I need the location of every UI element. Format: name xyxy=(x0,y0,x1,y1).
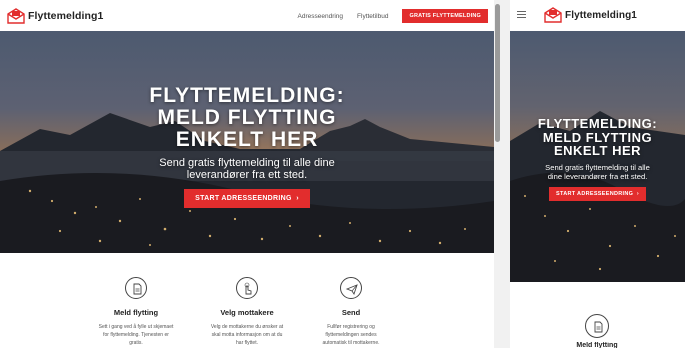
feature-text-line: for flyttemelding. Tjenesten er xyxy=(103,332,169,338)
site-logo-text: Flyttemelding1 xyxy=(28,10,104,22)
hero-subtitle-line: Send gratis flyttemelding til alle xyxy=(545,162,650,172)
feature-text-line: gratis. xyxy=(129,340,143,346)
hero-subtitle-line: leverandører fra ett sted. xyxy=(186,169,308,182)
mobile-site-logo[interactable]: Flyttemelding1 xyxy=(543,7,637,23)
mobile-document-icon xyxy=(585,314,609,338)
button-label: START ADRESSEENDRING xyxy=(195,195,292,203)
hero-content: FLYTTEMELDING: MELD FLYTTING ENKELT HER … xyxy=(0,84,494,209)
hero-title-line: ENKELT HER xyxy=(553,143,642,159)
nav-link-flyttetilbud[interactable]: Flyttetilbud xyxy=(357,13,388,20)
desktop-scrollbar[interactable] xyxy=(494,0,501,348)
envelope-logo-icon xyxy=(6,8,26,24)
features-section: Meld flytting Sett i gang ved å fylle ut… xyxy=(0,253,494,348)
feature-text-line: flyttemeldingen sendes xyxy=(325,332,377,338)
nav-cta-button[interactable]: GRATIS FLYTTEMELDING xyxy=(402,9,488,23)
mobile-hero-content: FLYTTEMELDING: MELD FLYTTING ENKELT HER … xyxy=(510,117,685,202)
feature-text-line: Velg de mottakerne du ønsker at xyxy=(210,324,284,330)
hero-title-line: FLYTTEMELDING: xyxy=(149,84,345,107)
mobile-hero-subtitle: Send gratis flyttemelding til alle dine … xyxy=(510,163,685,181)
feature-text-line: automatisk til mottakerne. xyxy=(322,340,380,346)
feature-text-line: Sett i gang ved å fylle ut skjemaet xyxy=(98,324,174,330)
feature-text-line: har flyttet. xyxy=(236,340,258,346)
hero-title: FLYTTEMELDING: MELD FLYTTING ENKELT HER xyxy=(0,84,494,152)
feature-text: Fullfør registrering og flyttemeldingen … xyxy=(311,323,391,347)
mobile-view: Flyttemelding1 FLYTTEMELDING: MELD FLYTT… xyxy=(510,0,685,348)
nav-links: Adresseendring Flyttetilbud GRATIS FLYTT… xyxy=(298,9,495,23)
nav-link-adresseendring[interactable]: Adresseendring xyxy=(298,13,344,20)
hand-pointer-icon xyxy=(236,277,258,299)
hero-title-line: ENKELT HER xyxy=(175,128,319,152)
view-divider xyxy=(501,0,510,348)
feature-text: Velg de mottakerne du ønsker at skal mot… xyxy=(207,323,287,347)
feature-send: Send Fullfør registrering og flyttemeldi… xyxy=(311,277,391,347)
hero-section: FLYTTEMELDING: MELD FLYTTING ENKELT HER … xyxy=(0,31,494,253)
feature-meld-flytting: Meld flytting Sett i gang ved å fylle ut… xyxy=(96,277,176,347)
mobile-hero-title: FLYTTEMELDING: MELD FLYTTING ENKELT HER xyxy=(510,117,685,158)
feature-text: Sett i gang ved å fylle ut skjemaet for … xyxy=(96,323,176,347)
feature-text-line: Fullfør registrering og xyxy=(327,324,375,330)
feature-velg-mottakere: Velg mottakere Velg de mottakerne du øns… xyxy=(207,277,287,347)
send-icon xyxy=(340,277,362,299)
document-icon xyxy=(125,277,147,299)
hero-subtitle-line: Send gratis flyttemelding til alle dine xyxy=(159,157,335,170)
hero-title-line: MELD FLYTTING xyxy=(157,106,337,130)
feature-title: Velg mottakere xyxy=(220,308,274,317)
hero-title-line: FLYTTEMELDING: xyxy=(537,116,658,131)
mobile-site-logo-text: Flyttemelding1 xyxy=(565,9,637,21)
feature-text-line: skal motta informasjon om at du xyxy=(211,332,283,338)
hamburger-menu-icon[interactable] xyxy=(517,11,526,18)
feature-title: Meld flytting xyxy=(113,308,159,317)
hero-subtitle-line: dine leverandører fra ett sted. xyxy=(547,172,648,182)
top-navbar: Flyttemelding1 Adresseendring Flyttetilb… xyxy=(0,0,494,31)
site-logo[interactable]: Flyttemelding1 xyxy=(6,8,104,24)
responsive-preview: Flyttemelding1 Adresseendring Flyttetilb… xyxy=(0,0,685,348)
envelope-logo-icon xyxy=(543,7,563,23)
feature-title: Send xyxy=(341,308,361,317)
hero-subtitle: Send gratis flyttemelding til alle dine … xyxy=(0,157,494,181)
start-adresseendring-button[interactable]: START ADRESSEENDRING › xyxy=(184,189,310,209)
mobile-start-adresseendring-button[interactable]: START ADRESSEENDRING › xyxy=(549,187,646,202)
button-label: START ADRESSEENDRING xyxy=(556,191,634,198)
desktop-scrollbar-thumb[interactable] xyxy=(495,4,500,142)
mobile-feature-title: Meld flytting xyxy=(576,342,618,348)
chevron-right-icon: › xyxy=(636,191,639,198)
desktop-view: Flyttemelding1 Adresseendring Flyttetilb… xyxy=(0,0,501,348)
chevron-right-icon: › xyxy=(296,195,299,203)
mobile-navbar: Flyttemelding1 xyxy=(510,0,685,31)
mobile-hero-section: FLYTTEMELDING: MELD FLYTTING ENKELT HER … xyxy=(510,31,685,282)
